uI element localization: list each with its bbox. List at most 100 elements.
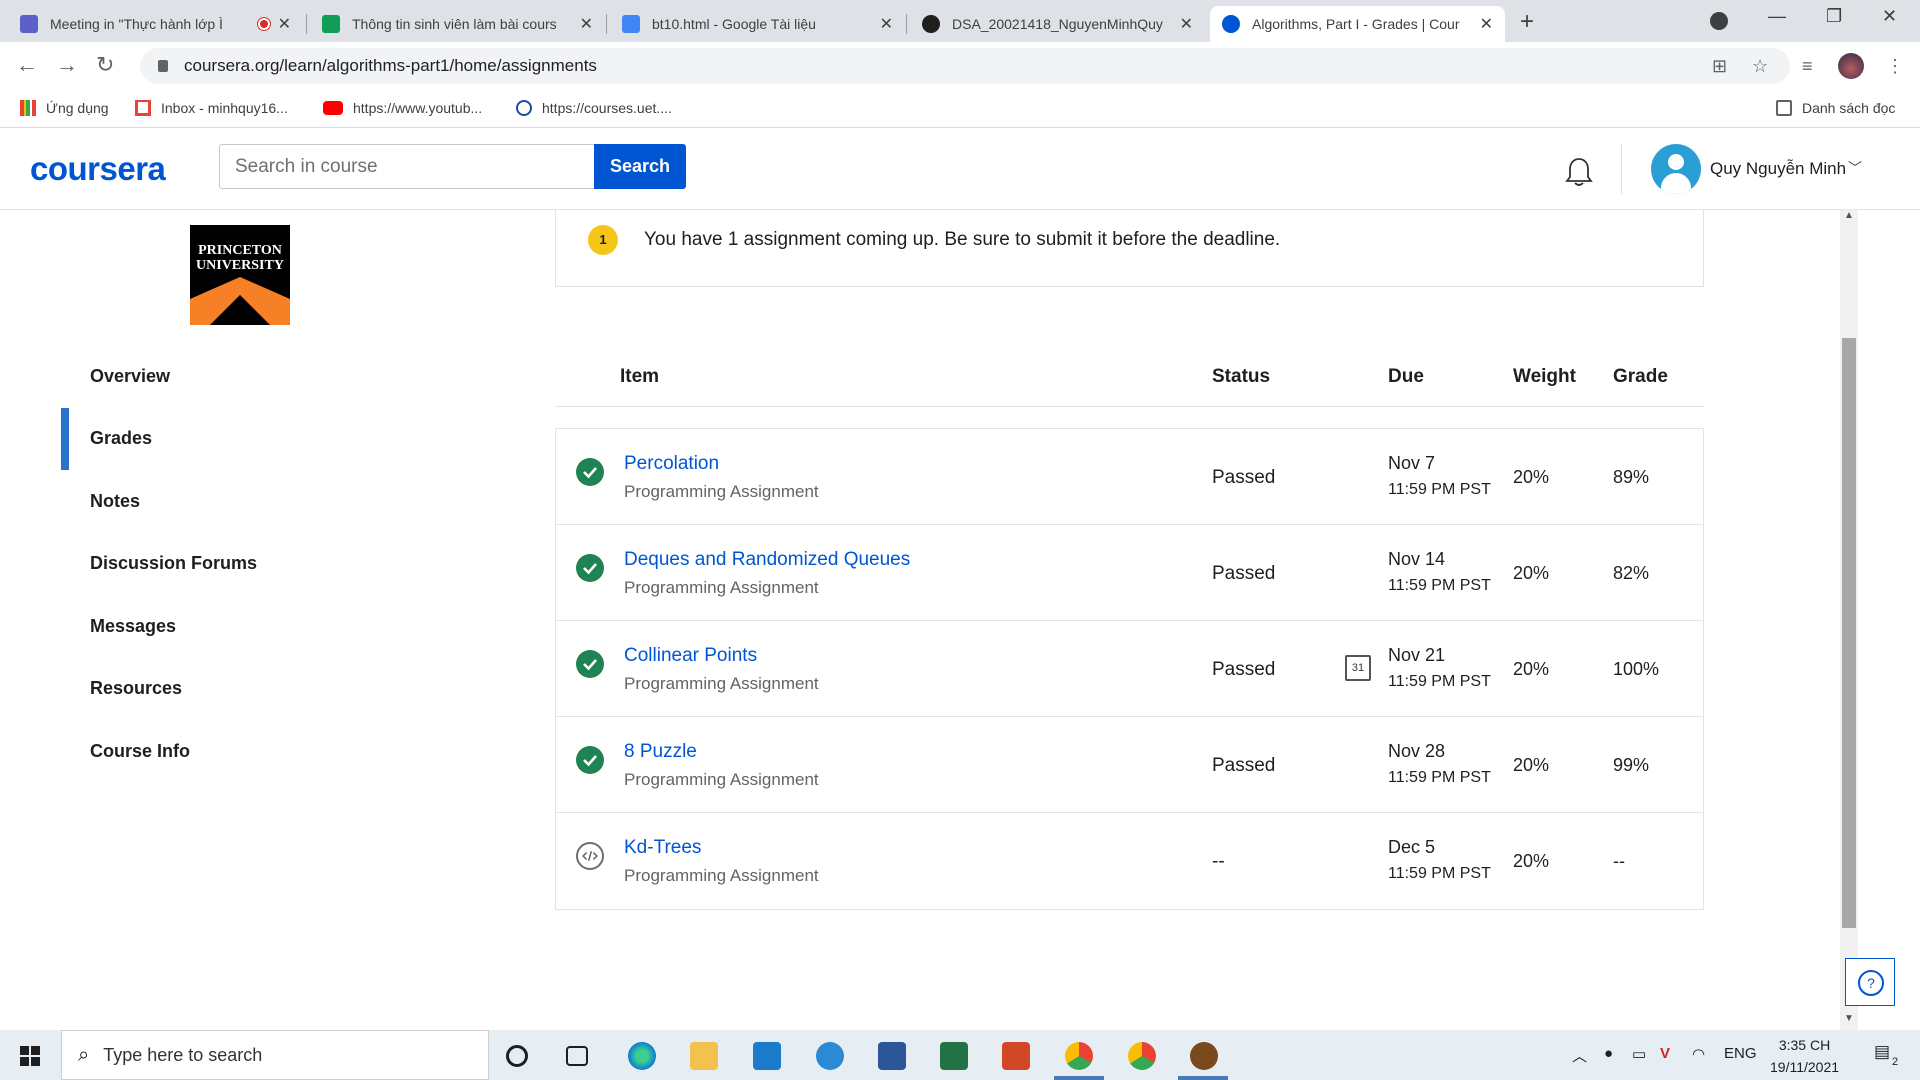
nav-discussion-forums[interactable]: Discussion Forums — [90, 553, 257, 574]
windows-start-icon[interactable] — [20, 1046, 40, 1066]
new-tab-button[interactable]: + — [1520, 8, 1534, 36]
bookmark-apps[interactable]: Ứng dụng — [20, 100, 109, 116]
bookmark-label: Inbox - minhquy16... — [161, 100, 288, 116]
nav-notes[interactable]: Notes — [90, 491, 140, 512]
active-app-indicator — [1178, 1076, 1228, 1080]
restore-icon[interactable]: ❐ — [1826, 6, 1842, 27]
reading-list[interactable]: Danh sách đọc — [1776, 100, 1895, 116]
chrome-icon[interactable] — [1065, 1042, 1093, 1070]
tray-chevron-up-icon[interactable]: ︿ — [1572, 1045, 1587, 1066]
course-search-input[interactable] — [219, 144, 595, 189]
assignment-link[interactable]: Deques and Randomized Queues — [624, 549, 910, 571]
browser-tab-bar: Meeting in "Thực hành lớp Ì ✕ Thông tin… — [0, 0, 1920, 42]
assignment-link[interactable]: Percolation — [624, 453, 719, 475]
windows-taskbar: ⌕ Type here to search ︿ ● ▭ V ◠ ENG 3:35… — [0, 1030, 1920, 1080]
help-button[interactable]: ? — [1845, 958, 1895, 1006]
browser-tab[interactable]: Meeting in "Thực hành lớp Ì ✕ — [8, 6, 303, 42]
coursera-header: coursera Search Quy Nguyễn Minh ﹀ — [0, 128, 1920, 210]
close-window-icon[interactable]: ✕ — [1882, 6, 1897, 27]
assignment-type: Programming Assignment — [624, 866, 819, 885]
table-row: Percolation Programming Assignment Passe… — [556, 429, 1703, 525]
menu-icon[interactable]: ⋮ — [1886, 56, 1906, 76]
taskbar-search-placeholder: Type here to search — [103, 1044, 263, 1065]
bookmark-uet[interactable]: https://courses.uet.... — [516, 100, 672, 116]
youtube-icon — [323, 101, 343, 115]
tab-title: Thông tin sinh viên làm bài cours — [352, 16, 557, 32]
browser-tab[interactable]: Thông tin sinh viên làm bài cours ✕ — [310, 6, 605, 42]
column-header-grade: Grade — [1613, 366, 1668, 387]
bookmark-star-icon[interactable]: ☆ — [1752, 56, 1772, 76]
nav-messages[interactable]: Messages — [90, 616, 176, 637]
chevron-down-icon[interactable]: ﹀ — [1848, 158, 1862, 178]
wifi-icon[interactable]: ◠ — [1692, 1045, 1705, 1063]
assignment-weight: 20% — [1513, 659, 1550, 679]
chrome-profile-icon[interactable] — [1128, 1042, 1156, 1070]
nav-course-info[interactable]: Course Info — [90, 741, 190, 762]
due-time: 11:59 PM PST — [1388, 769, 1491, 786]
scroll-up-icon[interactable]: ▲ — [1844, 210, 1854, 221]
coursera-logo[interactable]: coursera — [30, 150, 166, 188]
due-time: 11:59 PM PST — [1388, 673, 1491, 690]
notification-bell-icon[interactable] — [1564, 156, 1594, 188]
calendar-icon[interactable]: 31 — [1345, 655, 1371, 681]
scroll-down-icon[interactable]: ▼ — [1844, 1013, 1854, 1024]
taskbar-search-box[interactable]: ⌕ Type here to search — [61, 1030, 489, 1080]
antivirus-icon[interactable]: V — [1660, 1045, 1670, 1062]
reload-icon[interactable]: ↻ — [96, 52, 114, 78]
browser-tab-active[interactable]: Algorithms, Part I - Grades | Cour ✕ — [1210, 6, 1505, 42]
mail-icon[interactable] — [753, 1042, 781, 1070]
notification-center-icon[interactable]: ▤ — [1874, 1042, 1890, 1062]
assignment-link[interactable]: Collinear Points — [624, 645, 757, 667]
forward-icon[interactable]: → — [56, 52, 78, 78]
bookmark-gmail[interactable]: Inbox - minhquy16... — [135, 100, 288, 116]
close-tab-icon[interactable]: ✕ — [1180, 14, 1193, 34]
cortana-icon[interactable] — [506, 1045, 528, 1067]
app-icon[interactable] — [1190, 1042, 1218, 1070]
close-tab-icon[interactable]: ✕ — [1480, 14, 1493, 34]
user-name[interactable]: Quy Nguyễn Minh — [1710, 159, 1846, 179]
task-view-icon[interactable] — [566, 1046, 588, 1066]
microphone-icon[interactable]: ● — [1604, 1045, 1613, 1062]
edge-icon[interactable] — [628, 1042, 656, 1070]
nav-resources[interactable]: Resources — [90, 678, 182, 699]
bookmark-youtube[interactable]: https://www.youtub... — [323, 100, 482, 116]
nav-grades[interactable]: Grades — [90, 428, 152, 449]
media-icon[interactable]: ≡ — [1802, 56, 1822, 76]
file-explorer-icon[interactable] — [690, 1042, 718, 1070]
notice-count-badge: 1 — [588, 225, 618, 255]
back-icon[interactable]: ← — [16, 52, 38, 78]
table-row: 8 Puzzle Programming Assignment Passed N… — [556, 717, 1703, 813]
due-date: Nov 14 — [1388, 549, 1446, 569]
assignment-status: Passed — [1212, 467, 1276, 488]
due-date: Nov 21 — [1388, 645, 1446, 665]
search-button[interactable]: Search — [594, 144, 686, 189]
assignment-link[interactable]: Kd-Trees — [624, 837, 701, 859]
battery-icon[interactable]: ▭ — [1632, 1045, 1646, 1063]
assignment-type: Programming Assignment — [624, 770, 819, 789]
close-tab-icon[interactable]: ✕ — [278, 14, 291, 34]
translate-icon[interactable]: ⊞ — [1712, 56, 1732, 76]
powerpoint-icon[interactable] — [1002, 1042, 1030, 1070]
taskbar-clock[interactable]: 3:35 CH 19/11/2021 — [1770, 1034, 1839, 1078]
close-tab-icon[interactable]: ✕ — [880, 14, 893, 34]
user-avatar[interactable] — [1651, 144, 1701, 194]
assignment-link[interactable]: 8 Puzzle — [624, 741, 697, 763]
minimize-icon[interactable]: — — [1768, 6, 1786, 27]
browser-tab[interactable]: DSA_20021418_NguyenMinhQuy ✕ — [910, 6, 1205, 42]
scrollbar-thumb[interactable] — [1842, 338, 1856, 928]
browser-tab[interactable]: bt10.html - Google Tài liệu ✕ — [610, 6, 905, 42]
language-indicator[interactable]: ENG — [1724, 1045, 1757, 1062]
github-icon — [922, 15, 940, 33]
due-time: 11:59 PM PST — [1388, 577, 1491, 594]
app-icon[interactable] — [816, 1042, 844, 1070]
header-divider-line — [555, 406, 1704, 407]
check-circle-icon — [576, 458, 604, 486]
nav-overview[interactable]: Overview — [90, 366, 170, 387]
close-tab-icon[interactable]: ✕ — [580, 14, 593, 34]
tab-search-icon[interactable] — [1710, 12, 1728, 30]
clock-time: 3:35 CH — [1778, 1037, 1831, 1053]
excel-icon[interactable] — [940, 1042, 968, 1070]
word-icon[interactable] — [878, 1042, 906, 1070]
profile-avatar[interactable] — [1838, 53, 1864, 79]
address-bar[interactable]: coursera.org/learn/algorithms-part1/home… — [140, 48, 1790, 84]
